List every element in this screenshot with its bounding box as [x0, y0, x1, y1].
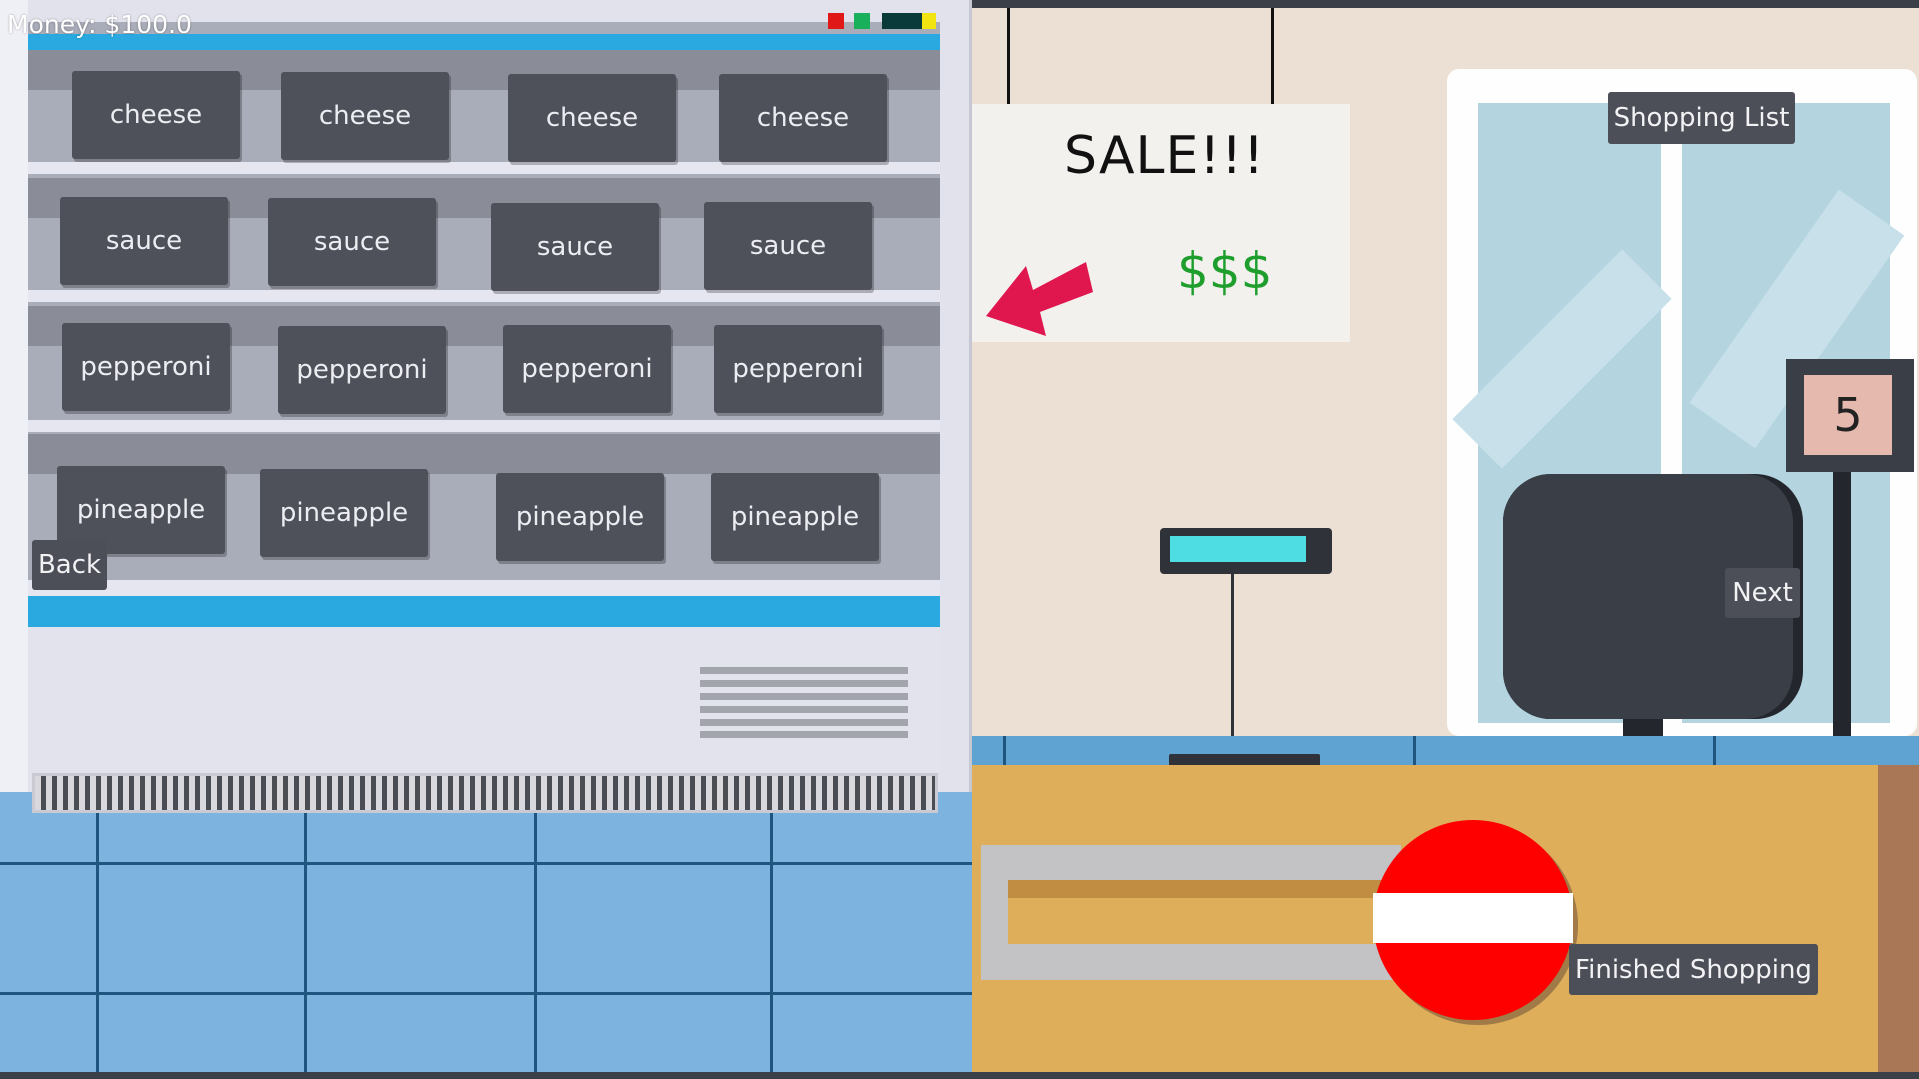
product-button-pepperoni[interactable]: pepperoni [503, 325, 671, 413]
next-button[interactable]: Next [1725, 568, 1800, 618]
status-light-yellow [922, 13, 936, 29]
card-reader-pole [1231, 574, 1234, 754]
counter-display: 5 [1786, 359, 1914, 472]
sale-sign-title: SALE!!! [1064, 126, 1265, 186]
product-button-pineapple[interactable]: pineapple [496, 473, 664, 561]
counter-edge [1878, 765, 1919, 1072]
display-post [1833, 460, 1851, 770]
counter-display-number: 5 [1804, 375, 1892, 455]
fridge-grille [32, 773, 938, 813]
status-light-red [828, 13, 844, 29]
product-button-pepperoni[interactable]: pepperoni [62, 323, 230, 411]
shopping-list-button[interactable]: Shopping List [1608, 92, 1795, 144]
bottom-edge [0, 1072, 1919, 1079]
sign-cord [1271, 8, 1274, 104]
product-button-sauce[interactable]: sauce [491, 203, 659, 291]
product-button-cheese[interactable]: cheese [281, 72, 449, 160]
product-button-sauce[interactable]: sauce [268, 198, 436, 286]
conveyor-belt-slot [1008, 880, 1388, 944]
card-reader-screen [1170, 536, 1306, 562]
product-button-cheese[interactable]: cheese [508, 74, 676, 162]
product-button-pepperoni[interactable]: pepperoni [714, 325, 882, 413]
shelf-edge [28, 162, 940, 174]
sign-cord [1007, 8, 1010, 104]
arrow-icon [986, 262, 1093, 336]
fridge-vent [700, 731, 908, 738]
fridge-vent [700, 706, 908, 713]
sale-sign: SALE!!! $$$ [972, 104, 1350, 342]
product-button-pineapple[interactable]: pineapple [711, 473, 879, 561]
back-button[interactable]: Back [32, 540, 107, 590]
product-button-pepperoni[interactable]: pepperoni [278, 326, 446, 414]
ceiling-edge [972, 0, 1919, 8]
fridge-bottom-strip [28, 596, 940, 627]
product-button-pineapple[interactable]: pineapple [260, 469, 428, 557]
shelf-edge [28, 580, 940, 596]
counter-top [972, 736, 1919, 768]
fridge-vent [700, 693, 908, 700]
card-reader [1160, 528, 1332, 574]
fridge-vent [700, 719, 908, 726]
fridge-side [0, 0, 28, 792]
floor-tiles [0, 785, 972, 1072]
game-scene: SALE!!! $$$ 5 cheese cheese cheese chees… [0, 0, 1919, 1079]
fridge-vent [700, 680, 908, 687]
product-button-cheese[interactable]: cheese [719, 74, 887, 162]
sale-sign-price: $$$ [1177, 242, 1273, 300]
shelf-edge [28, 290, 940, 302]
product-button-sauce[interactable]: sauce [704, 202, 872, 290]
status-light-green [854, 13, 870, 29]
money-display: Money: $100.0 [7, 10, 192, 39]
product-button-cheese[interactable]: cheese [72, 71, 240, 159]
product-button-sauce[interactable]: sauce [60, 197, 228, 285]
stop-sign-icon[interactable] [1373, 820, 1573, 1020]
shelf-edge [28, 420, 940, 432]
finished-shopping-button[interactable]: Finished Shopping [1569, 944, 1818, 995]
fridge-vent [700, 667, 908, 674]
